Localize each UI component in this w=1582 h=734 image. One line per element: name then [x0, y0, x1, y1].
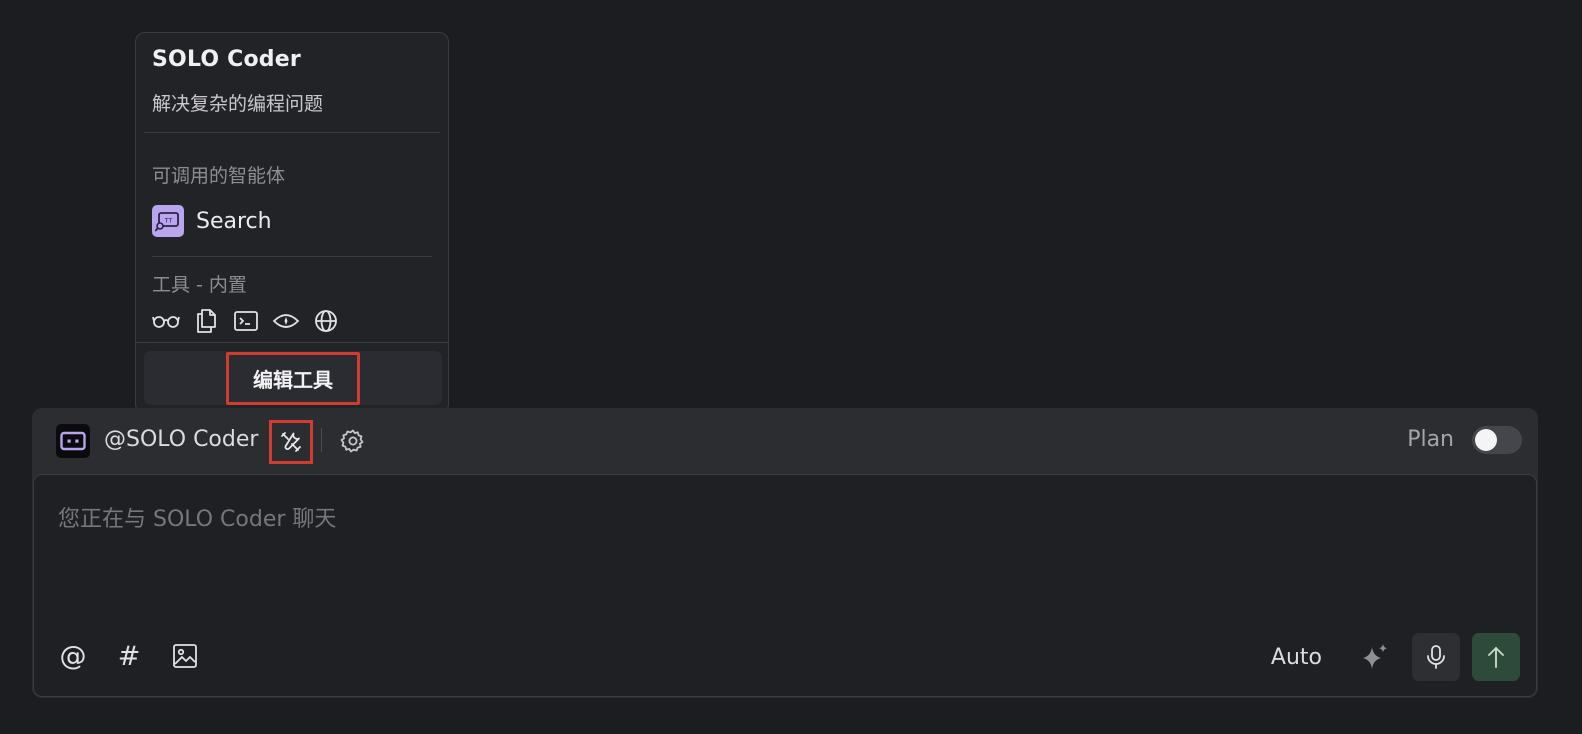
app-root: SOLO Coder 解决复杂的编程问题 可调用的智能体 TT Search 工…	[0, 0, 1582, 734]
hash-button[interactable]: #	[114, 641, 144, 671]
plan-label: Plan	[1407, 427, 1454, 452]
edit-tools-label: 编辑工具	[226, 351, 360, 405]
builtin-tools-list	[152, 309, 340, 333]
tools-button[interactable]	[269, 420, 313, 464]
mode-select[interactable]: Auto	[1271, 645, 1322, 670]
mention-button[interactable]: @	[58, 641, 88, 671]
callable-agent-label: Search	[196, 208, 272, 234]
popup-agent-name: SOLO Coder	[152, 47, 301, 72]
callable-agent-search[interactable]: TT Search	[152, 203, 272, 239]
input-actions-left: @ #	[58, 641, 200, 671]
agent-avatar	[56, 424, 90, 458]
globe-icon	[312, 309, 340, 333]
gear-icon	[340, 428, 366, 454]
header-separator	[321, 428, 322, 452]
popup-divider	[136, 342, 448, 343]
files-icon	[192, 309, 220, 333]
plan-toggle[interactable]	[1472, 426, 1522, 454]
chat-panel: @SOLO Coder Plan 您正在与 SOLO Coder 聊天 @ # …	[32, 408, 1538, 698]
at-icon: @	[59, 640, 87, 672]
hash-icon: #	[117, 640, 141, 672]
input-actions-right: Auto	[1271, 633, 1520, 681]
glasses-icon	[152, 309, 180, 333]
popup-agent-description: 解决复杂的编程问题	[152, 93, 324, 115]
send-button[interactable]	[1472, 633, 1520, 681]
plan-toggle-knob	[1475, 429, 1497, 451]
callable-agents-heading: 可调用的智能体	[152, 165, 286, 187]
popup-divider	[152, 256, 432, 257]
popup-divider	[144, 132, 440, 133]
chat-header: @SOLO Coder Plan	[32, 408, 1538, 472]
chat-input-area: @ # Auto	[33, 474, 1537, 697]
microphone-icon	[1425, 644, 1447, 670]
agent-info-popup: SOLO Coder 解决复杂的编程问题 可调用的智能体 TT Search 工…	[135, 32, 449, 414]
eye-icon	[272, 309, 300, 333]
image-button[interactable]	[170, 641, 200, 671]
builtin-tools-heading: 工具 - 内置	[152, 274, 247, 296]
arrow-up-icon	[1485, 645, 1507, 669]
voice-input-button[interactable]	[1412, 633, 1460, 681]
edit-tools-button[interactable]: 编辑工具	[144, 351, 442, 405]
tools-icon	[279, 430, 303, 454]
terminal-icon	[232, 309, 260, 333]
image-icon	[172, 643, 198, 669]
search-agent-icon: TT	[152, 205, 184, 237]
enhance-button[interactable]	[1358, 640, 1392, 674]
settings-button[interactable]	[338, 426, 368, 456]
svg-text:TT: TT	[165, 217, 173, 225]
chat-input[interactable]	[58, 499, 1458, 539]
sparkle-icon	[1359, 641, 1391, 673]
agent-mention-label[interactable]: @SOLO Coder	[104, 427, 258, 452]
